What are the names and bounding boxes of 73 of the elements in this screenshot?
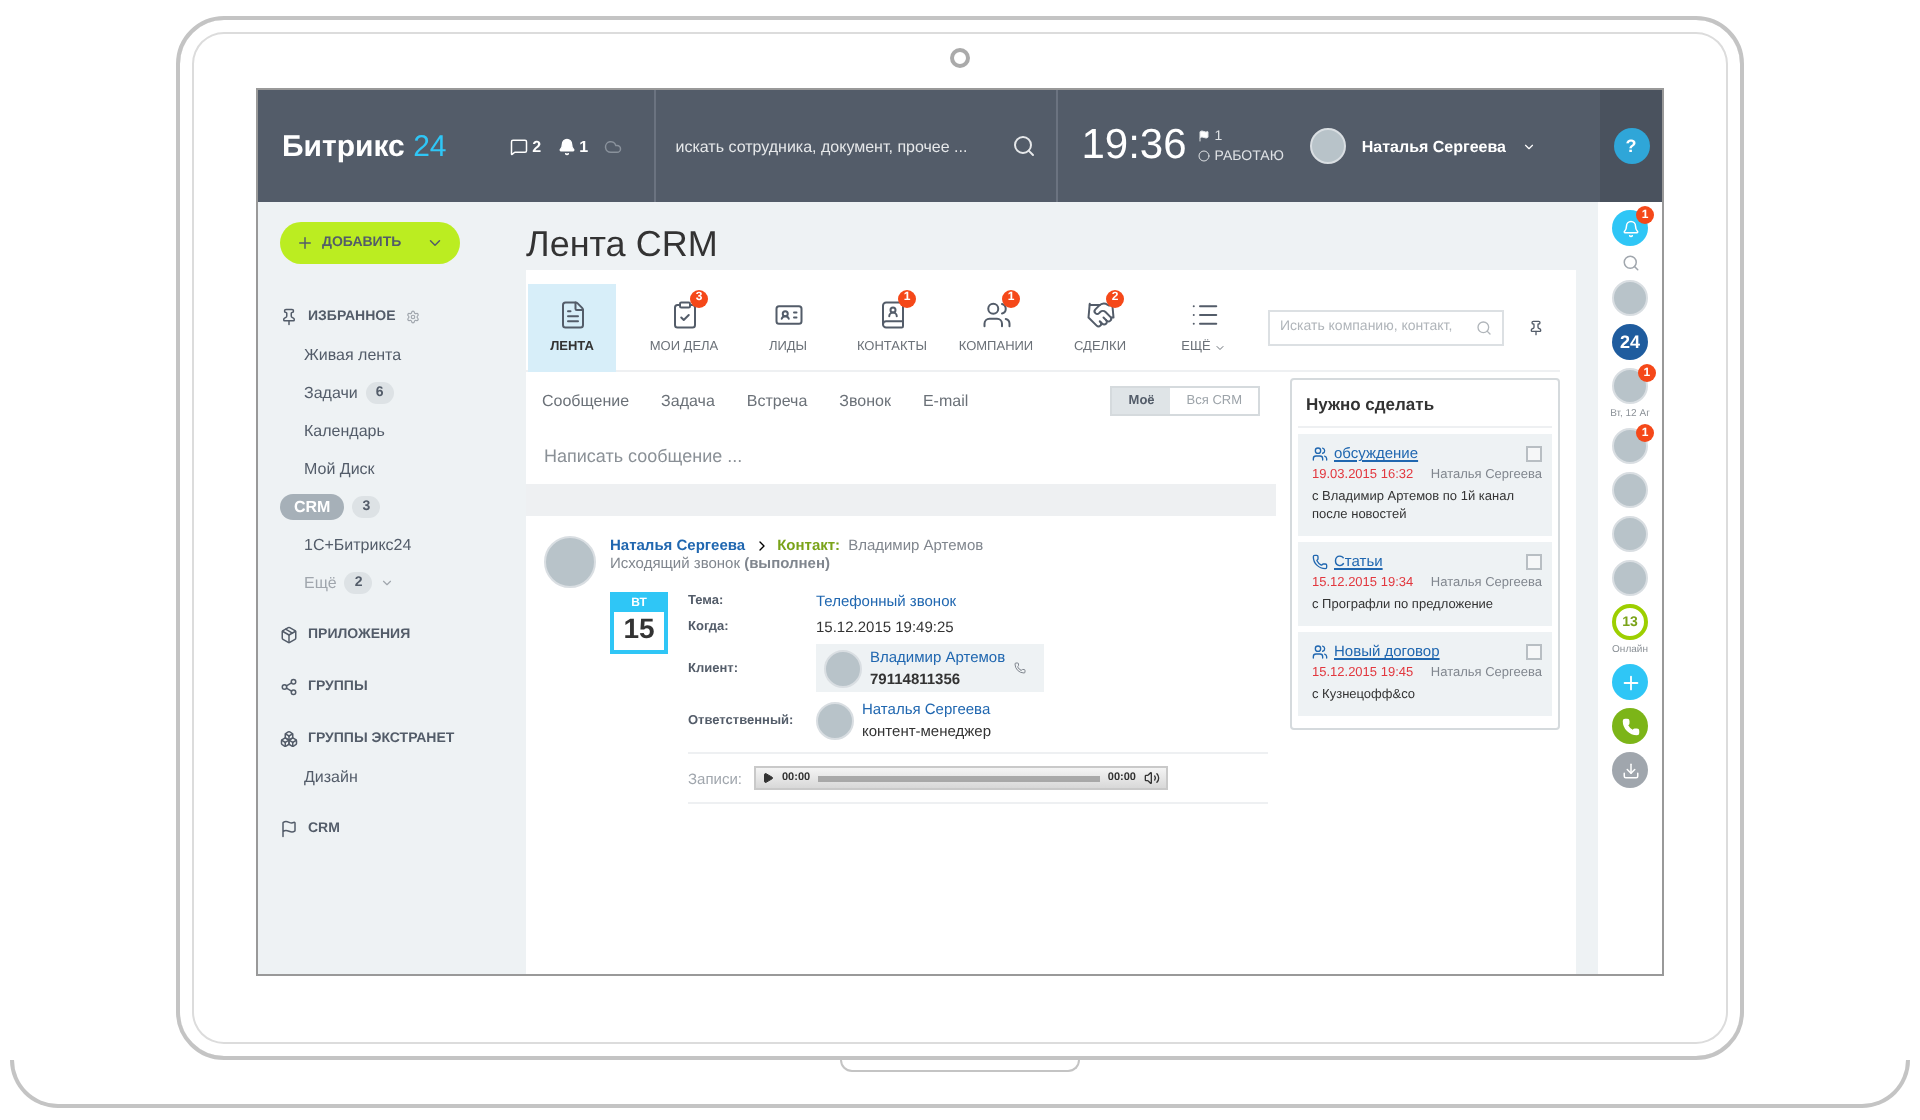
package-icon <box>280 625 298 643</box>
id-card-icon <box>773 300 803 330</box>
caret-icon <box>1214 341 1227 353</box>
menu-item[interactable]: Мой Диск <box>304 460 375 478</box>
search-field[interactable]: искать сотрудника, документ, прочее ... <box>653 90 1058 202</box>
avatar[interactable] <box>1309 128 1346 164</box>
bell-icon <box>557 137 576 155</box>
boxes-icon <box>280 729 298 747</box>
share-icon <box>280 677 298 695</box>
handshake-icon <box>1085 300 1115 330</box>
action-tab[interactable]: E-mail <box>922 391 969 409</box>
chat-icon <box>510 137 529 155</box>
add-button[interactable] <box>1612 664 1648 700</box>
panel-title: Нужно сделать <box>1298 380 1552 428</box>
notifications-button[interactable] <box>1612 210 1648 246</box>
checkbox[interactable] <box>1526 643 1542 660</box>
phone-icon[interactable] <box>1013 662 1026 674</box>
address-book-icon <box>877 300 907 330</box>
plus-icon <box>1619 671 1641 693</box>
action-tab[interactable]: Задача <box>661 391 715 409</box>
checkbox[interactable] <box>1526 445 1542 461</box>
pin-icon[interactable] <box>1528 319 1544 335</box>
bitrix-logo[interactable]: 24 <box>1612 324 1648 360</box>
help-button[interactable]: ? <box>1613 128 1650 164</box>
clipboard-check-icon <box>669 300 699 330</box>
avatar[interactable] <box>1612 428 1648 464</box>
caret-icon <box>380 576 395 590</box>
menu-item[interactable]: Задачи <box>304 384 358 402</box>
people-icon <box>981 300 1011 330</box>
menu-item[interactable]: Живая лента <box>304 346 402 364</box>
logo[interactable]: Битрикс 24 <box>258 129 511 163</box>
pin-icon <box>280 307 298 325</box>
search-icon <box>1011 134 1036 158</box>
flag-icon <box>280 819 298 837</box>
flag-icon <box>1198 130 1211 142</box>
avatar <box>816 701 854 739</box>
phone-icon <box>1621 717 1639 735</box>
menu-item[interactable]: Дизайн <box>304 768 358 786</box>
settings-icon[interactable] <box>405 309 420 323</box>
action-tab[interactable]: Встреча <box>746 391 808 409</box>
people-icon <box>1312 643 1328 660</box>
circle-icon <box>1198 150 1211 162</box>
download-icon <box>1621 761 1639 779</box>
checkbox[interactable] <box>1526 553 1542 570</box>
counter[interactable]: 1 <box>557 137 589 155</box>
avatar[interactable] <box>1611 368 1648 404</box>
volume-icon[interactable] <box>1144 770 1160 786</box>
caret-icon <box>1522 139 1536 153</box>
menu-item[interactable]: Календарь <box>304 422 385 440</box>
download-button[interactable] <box>1612 752 1648 788</box>
people-icon <box>1312 445 1328 461</box>
clock: 19:36 <box>1081 122 1187 170</box>
call-button[interactable] <box>1612 708 1648 744</box>
action-tab[interactable]: Звонок <box>839 391 891 409</box>
document-icon <box>557 300 587 330</box>
plus-icon <box>296 234 314 252</box>
play-icon[interactable] <box>762 772 774 784</box>
message-input[interactable]: Написать сообщение ... <box>526 428 1276 484</box>
avatar <box>544 536 596 588</box>
avatar <box>824 649 862 687</box>
camera-icon <box>950 48 970 68</box>
list-icon <box>1189 300 1219 330</box>
phone-icon <box>1312 553 1328 570</box>
user-name[interactable]: Наталья Сергеева <box>1361 137 1506 155</box>
caret-icon <box>426 234 444 252</box>
search-icon <box>1476 319 1492 335</box>
cloud-icon <box>604 137 623 155</box>
action-tab[interactable]: Сообщение <box>542 391 630 409</box>
menu-item[interactable]: 1С+Битрикс24 <box>304 536 412 554</box>
search-icon[interactable] <box>1621 254 1639 272</box>
bell-icon <box>1621 219 1639 237</box>
counter[interactable]: 2 <box>510 137 542 155</box>
page-title: Лента CRM <box>526 222 720 268</box>
